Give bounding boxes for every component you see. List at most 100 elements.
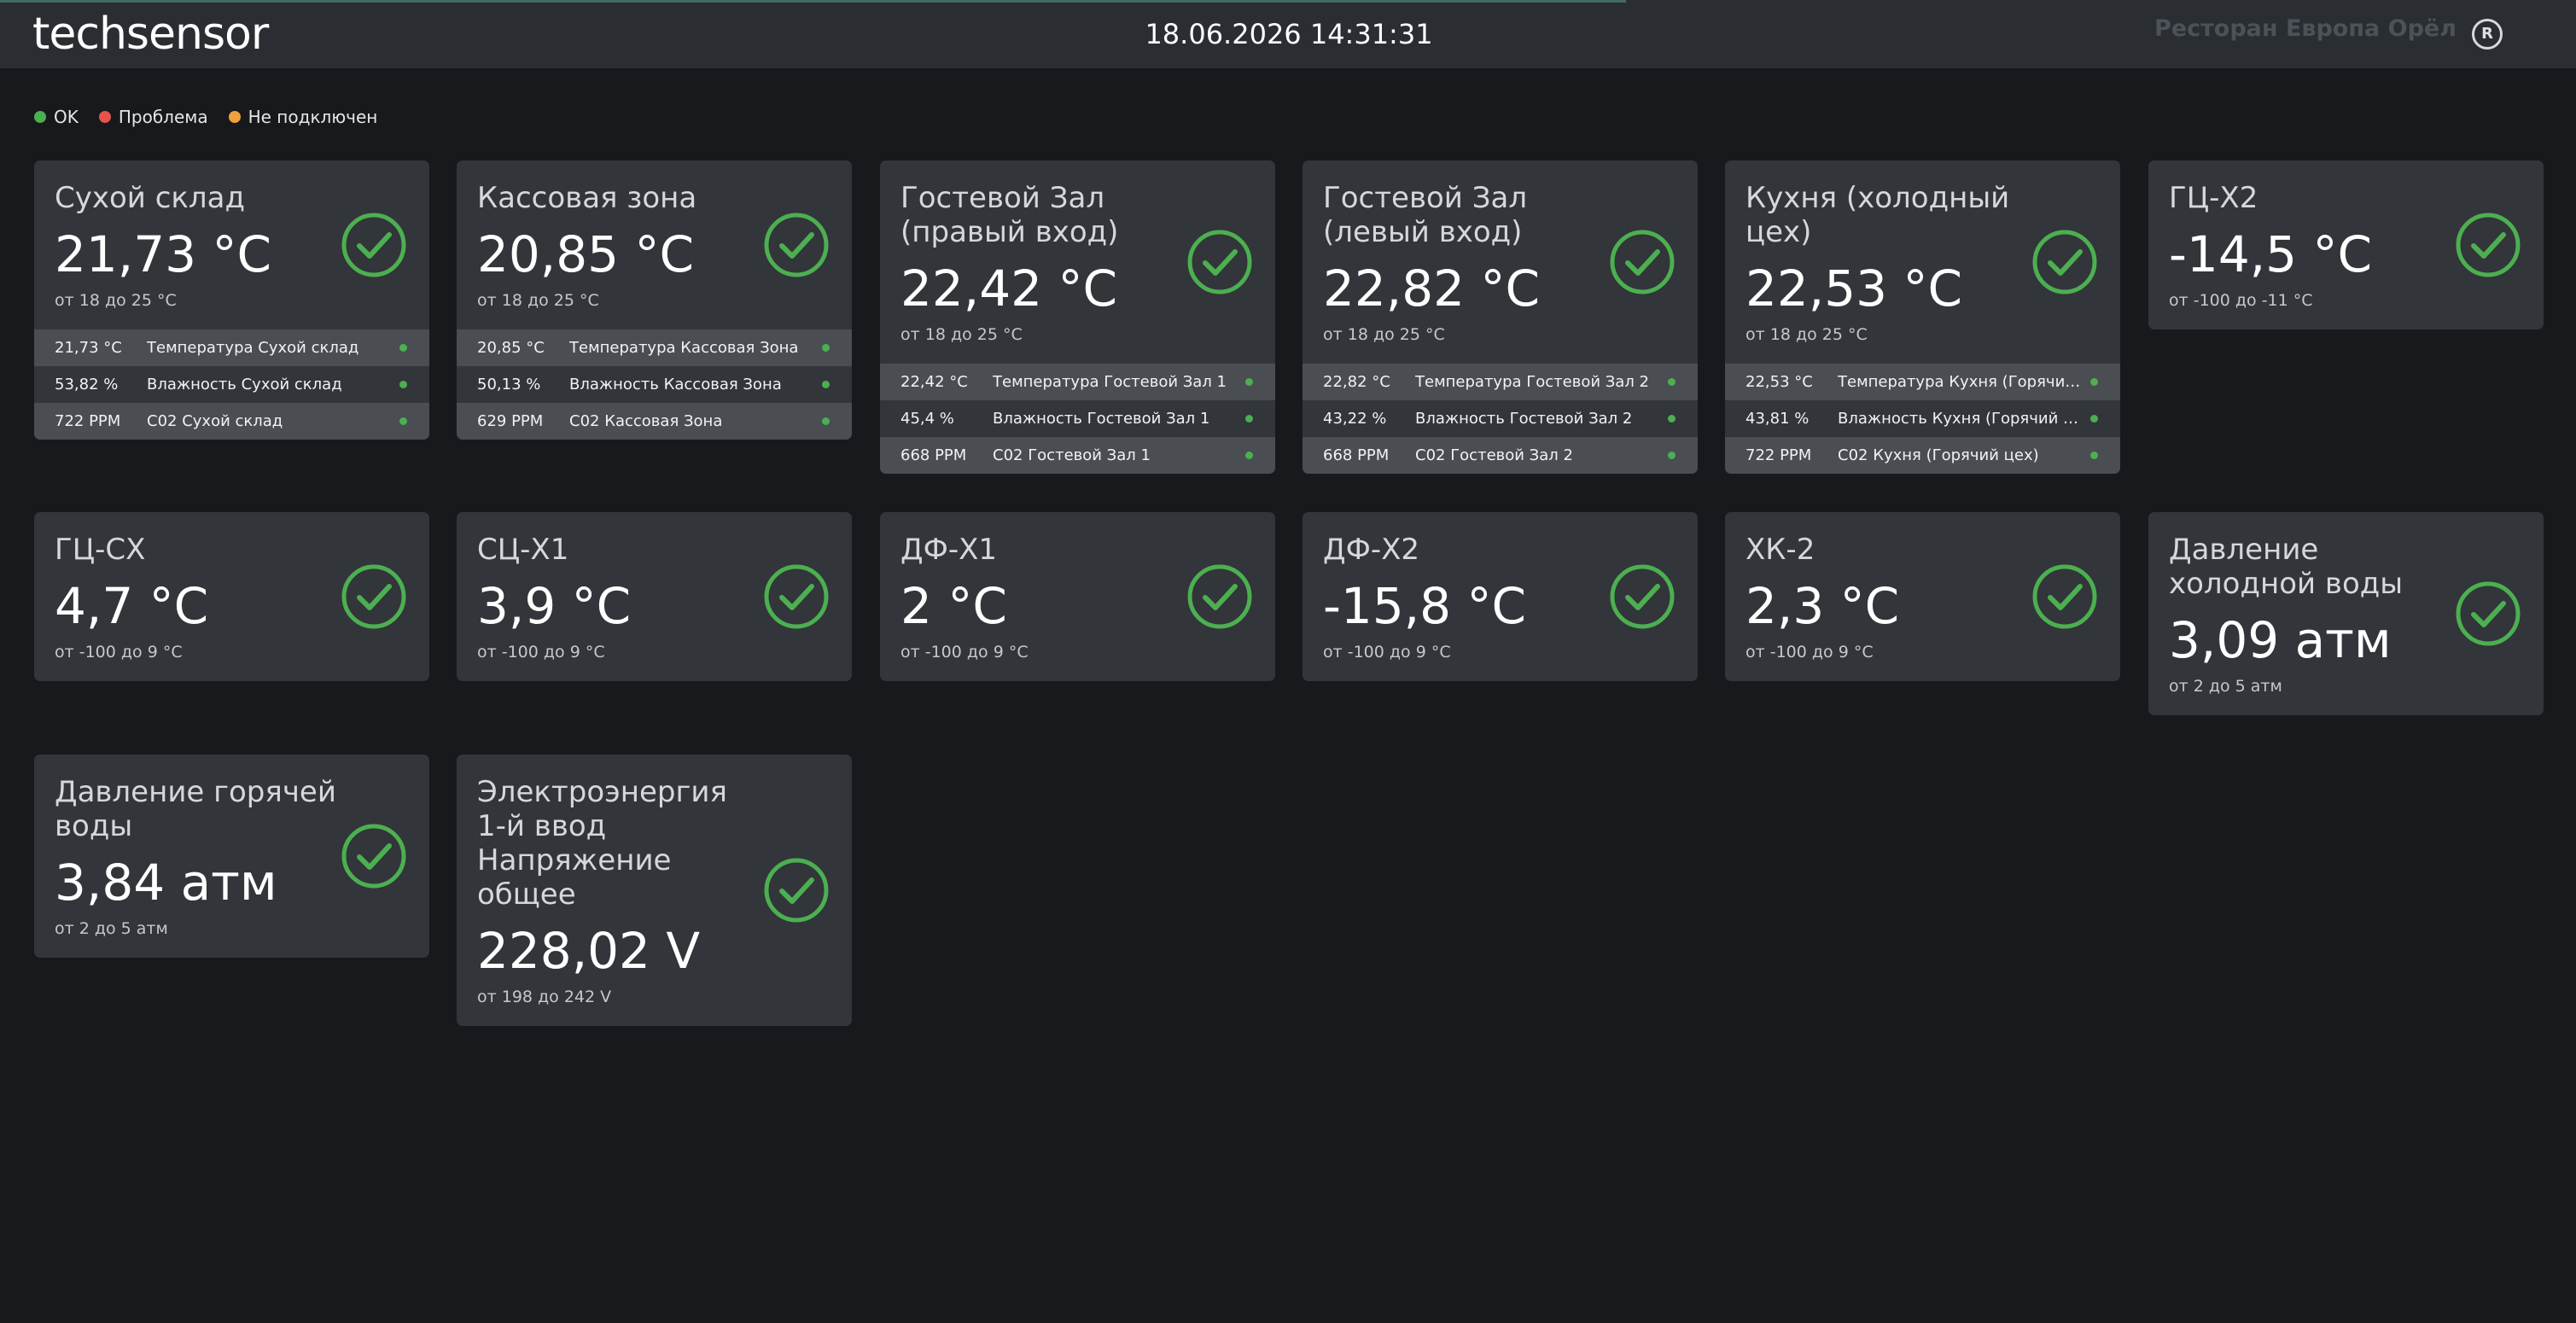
sensor-label: Влажность Кассовая Зона bbox=[569, 376, 782, 393]
card-range: от -100 до -11 °C bbox=[2169, 291, 2313, 310]
sensor-card-gc-sx[interactable]: ГЦ-СХ 4,7 °C от -100 до 9 °C bbox=[34, 512, 429, 681]
sensor-card-gc-x2[interactable]: ГЦ-Х2 -14,5 °C от -100 до -11 °C bbox=[2148, 160, 2544, 329]
sensor-label: Влажность Сухой склад bbox=[147, 376, 342, 393]
sensor-value: 43,22 % bbox=[1323, 410, 1387, 428]
card-range: от 2 до 5 атм bbox=[55, 919, 168, 938]
organization-name[interactable]: Ресторан Европа Орёл bbox=[2154, 0, 2457, 58]
legend-label: Проблема bbox=[118, 107, 208, 127]
card-header: Электроэнергия 1-й ввод Напряжение общее… bbox=[457, 755, 852, 1026]
sensor-label: Влажность Гостевой Зал 2 bbox=[1415, 410, 1633, 428]
card-header: Сухой склад 21,73 °C от 18 до 25 °C bbox=[34, 160, 429, 329]
card-range: от 18 до 25 °C bbox=[55, 291, 177, 310]
sensor-row[interactable]: 45,4 % Влажность Гостевой Зал 1 bbox=[880, 400, 1275, 437]
card-title: ДФ-Х2 bbox=[1323, 533, 1420, 567]
check-circle-icon bbox=[764, 564, 829, 629]
status-dot-icon bbox=[2090, 452, 2098, 459]
current-datetime: 18.06.2026 14:31:31 bbox=[1145, 18, 1433, 50]
sensor-card-xk-2[interactable]: ХК-2 2,3 °C от -100 до 9 °C bbox=[1725, 512, 2120, 681]
card-header: Давление холодной воды 3,09 атм от 2 до … bbox=[2148, 512, 2544, 715]
sensor-row[interactable]: 722 PPM C02 Кухня (Горячий цех) bbox=[1725, 437, 2120, 474]
sensor-row[interactable]: 22,42 °C Температура Гостевой Зал 1 bbox=[880, 364, 1275, 400]
card-header: ДФ-Х2 -15,8 °C от -100 до 9 °C bbox=[1303, 512, 1698, 681]
sensor-row[interactable]: 722 PPM C02 Сухой склад bbox=[34, 403, 429, 440]
sensor-value: 668 PPM bbox=[900, 446, 967, 464]
check-circle-icon bbox=[2456, 213, 2521, 277]
status-dot-icon bbox=[1668, 378, 1676, 386]
sensor-label: C02 Сухой склад bbox=[147, 412, 283, 430]
card-value: 228,02 V bbox=[477, 922, 701, 980]
card-title: Кухня (холодный цех) bbox=[1746, 181, 2010, 249]
sensor-row[interactable]: 22,82 °C Температура Гостевой Зал 2 bbox=[1303, 364, 1698, 400]
app-logo[interactable]: techsensor bbox=[32, 5, 269, 63]
sensor-row[interactable]: 53,82 % Влажность Сухой склад bbox=[34, 366, 429, 403]
logo-text: techsensor bbox=[32, 9, 269, 60]
sensor-row[interactable]: 43,81 % Влажность Кухня (Горячий цех) bbox=[1725, 400, 2120, 437]
sensor-row[interactable]: 21,73 °C Температура Сухой склад bbox=[34, 329, 429, 366]
status-dot-icon bbox=[1245, 452, 1253, 459]
sensor-value: 45,4 % bbox=[900, 410, 954, 428]
check-circle-icon bbox=[764, 213, 829, 277]
card-header: Кассовая зона 20,85 °C от 18 до 25 °C bbox=[457, 160, 852, 329]
sensor-value: 21,73 °C bbox=[55, 339, 122, 357]
sensor-card-cold-water-pressure[interactable]: Давление холодной воды 3,09 атм от 2 до … bbox=[2148, 512, 2544, 715]
sensor-card-guest-hall-right[interactable]: Гостевой Зал (правый вход) 22,42 °C от 1… bbox=[880, 160, 1275, 474]
card-title: ГЦ-СХ bbox=[55, 533, 146, 567]
card-range: от -100 до 9 °C bbox=[900, 643, 1029, 662]
check-circle-icon bbox=[1610, 230, 1675, 294]
card-range: от -100 до 9 °C bbox=[477, 643, 605, 662]
sensor-card-hot-water-pressure[interactable]: Давление горячей воды 3,84 атм от 2 до 5… bbox=[34, 755, 429, 958]
sensor-card-sc-x1[interactable]: СЦ-Х1 3,9 °C от -100 до 9 °C bbox=[457, 512, 852, 681]
card-title: Сухой склад bbox=[55, 181, 245, 215]
sensor-card-kitchen-cold[interactable]: Кухня (холодный цех) 22,53 °C от 18 до 2… bbox=[1725, 160, 2120, 474]
check-circle-icon bbox=[341, 824, 406, 889]
card-header: Давление горячей воды 3,84 атм от 2 до 5… bbox=[34, 755, 429, 958]
registered-icon[interactable]: R bbox=[2472, 19, 2503, 50]
check-circle-icon bbox=[2032, 564, 2097, 629]
sensor-value: 722 PPM bbox=[55, 412, 121, 430]
sensor-label: Влажность Гостевой Зал 1 bbox=[993, 410, 1210, 428]
check-circle-icon bbox=[2032, 230, 2097, 294]
sensor-list: 22,53 °C Температура Кухня (Горячий цех) … bbox=[1725, 364, 2120, 474]
sensor-value: 53,82 % bbox=[55, 376, 119, 393]
card-range: от 18 до 25 °C bbox=[1746, 325, 1868, 344]
sensor-row[interactable]: 50,13 % Влажность Кассовая Зона bbox=[457, 366, 852, 403]
sensor-row[interactable]: 20,85 °C Температура Кассовая Зона bbox=[457, 329, 852, 366]
card-header: ГЦ-СХ 4,7 °C от -100 до 9 °C bbox=[34, 512, 429, 681]
sensor-value: 668 PPM bbox=[1323, 446, 1390, 464]
sensor-row[interactable]: 629 PPM C02 Кассовая Зона bbox=[457, 403, 852, 440]
sensor-label: Влажность Кухня (Горячий цех) bbox=[1838, 410, 2099, 428]
card-header: ГЦ-Х2 -14,5 °C от -100 до -11 °C bbox=[2148, 160, 2544, 329]
sensor-value: 22,53 °C bbox=[1746, 373, 1813, 391]
status-legend: OK Проблема Не подключен bbox=[34, 104, 398, 130]
sensor-card-df-x1[interactable]: ДФ-Х1 2 °C от -100 до 9 °C bbox=[880, 512, 1275, 681]
legend-item-disconnected: Не подключен bbox=[228, 107, 377, 127]
card-title: Давление горячей воды bbox=[55, 775, 336, 843]
sensor-row[interactable]: 668 PPM C02 Гостевой Зал 2 bbox=[1303, 437, 1698, 474]
check-circle-icon bbox=[1187, 230, 1252, 294]
card-range: от 18 до 25 °C bbox=[1323, 325, 1445, 344]
sensor-label: C02 Кухня (Горячий цех) bbox=[1838, 446, 2039, 464]
status-dot-icon bbox=[822, 381, 830, 388]
sensor-card-guest-hall-left[interactable]: Гостевой Зал (левый вход) 22,82 °C от 18… bbox=[1303, 160, 1698, 474]
sensor-row[interactable]: 22,53 °C Температура Кухня (Горячий цех) bbox=[1725, 364, 2120, 400]
sensor-card-cash-zone[interactable]: Кассовая зона 20,85 °C от 18 до 25 °C 20… bbox=[457, 160, 852, 440]
top-bar: techsensor 18.06.2026 14:31:31 Ресторан … bbox=[0, 0, 2576, 68]
card-title: Давление холодной воды bbox=[2169, 533, 2404, 601]
status-dot-icon bbox=[822, 344, 830, 352]
card-title: ХК-2 bbox=[1746, 533, 1815, 567]
card-header: Кухня (холодный цех) 22,53 °C от 18 до 2… bbox=[1725, 160, 2120, 364]
status-dot-icon bbox=[399, 344, 407, 352]
status-dot-icon bbox=[1245, 378, 1253, 386]
sensor-row[interactable]: 668 PPM C02 Гостевой Зал 1 bbox=[880, 437, 1275, 474]
sensor-card-dry-storage[interactable]: Сухой склад 21,73 °C от 18 до 25 °C 21,7… bbox=[34, 160, 429, 440]
card-header: Гостевой Зал (левый вход) 22,82 °C от 18… bbox=[1303, 160, 1698, 364]
sensor-value: 722 PPM bbox=[1746, 446, 1812, 464]
sensor-label: C02 Гостевой Зал 1 bbox=[993, 446, 1151, 464]
sensor-card-power-voltage[interactable]: Электроэнергия 1-й ввод Напряжение общее… bbox=[457, 755, 852, 1026]
orange-dot-icon bbox=[228, 111, 241, 123]
sensor-label: C02 Гостевой Зал 2 bbox=[1415, 446, 1573, 464]
sensor-list: 21,73 °C Температура Сухой склад 53,82 % В… bbox=[34, 329, 429, 440]
sensor-card-df-x2[interactable]: ДФ-Х2 -15,8 °C от -100 до 9 °C bbox=[1303, 512, 1698, 681]
check-circle-icon bbox=[2456, 581, 2521, 646]
sensor-row[interactable]: 43,22 % Влажность Гостевой Зал 2 bbox=[1303, 400, 1698, 437]
